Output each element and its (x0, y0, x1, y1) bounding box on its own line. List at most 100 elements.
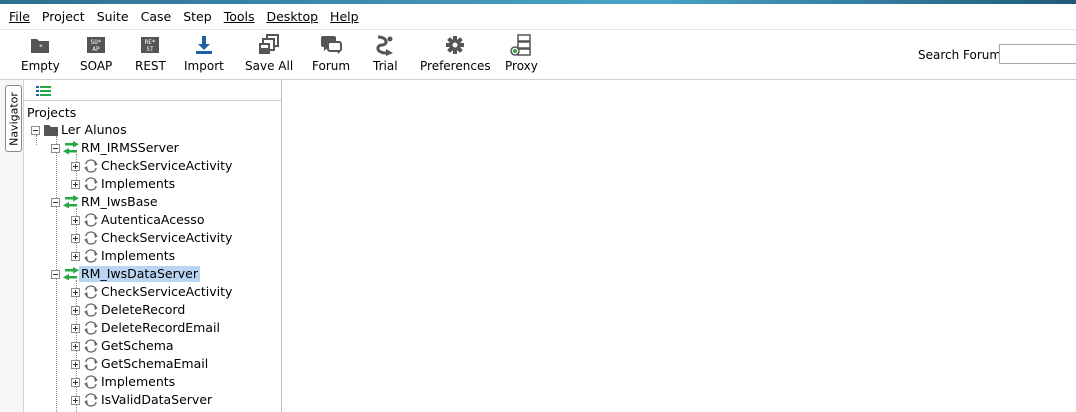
expand-toggle[interactable] (71, 341, 80, 351)
svg-text:ST: ST (147, 46, 155, 53)
svg-text:RE*: RE* (145, 39, 156, 46)
gear-icon (445, 32, 465, 58)
expand-toggle[interactable] (71, 179, 80, 189)
navigator-tab[interactable]: Navigator (5, 85, 22, 152)
operation-node[interactable]: CheckServiceActivity (71, 283, 234, 301)
operation-node[interactable]: GetSchema (71, 337, 176, 355)
tree-view-toggle-icon[interactable] (36, 85, 52, 100)
expand-toggle[interactable] (71, 215, 80, 225)
tree-toolbar (24, 80, 281, 101)
operation-node[interactable]: DeleteRecordEmail (71, 319, 222, 337)
empty-button-label: Empty (21, 59, 60, 73)
expand-toggle[interactable] (71, 323, 80, 333)
operation-icon (84, 159, 98, 173)
menu-step[interactable]: Step (177, 4, 217, 30)
project-label: Ler Alunos (61, 122, 127, 137)
operation-icon (84, 177, 98, 191)
operation-label: CheckServiceActivity (101, 230, 233, 245)
menu-desktop[interactable]: Desktop (260, 4, 324, 30)
search-forum-input[interactable] (999, 44, 1076, 64)
preferences-button-label: Preferences (420, 59, 491, 73)
rest-project-icon: RE* ST (140, 32, 160, 58)
forum-chat-icon (320, 32, 343, 58)
project-tree-panel: Projects Ler Alunos RM_IRMSServer CheckS… (24, 80, 282, 412)
trial-icon (374, 32, 396, 58)
operation-node[interactable]: Implements (71, 247, 177, 265)
operation-label: IsValidDataServer (101, 392, 213, 407)
service-node[interactable]: RM_IRMSServer (51, 139, 181, 157)
menu-file[interactable]: File (3, 4, 36, 30)
operation-icon (84, 357, 98, 371)
proxy-button[interactable]: Proxy (505, 32, 538, 78)
operation-icon (84, 231, 98, 245)
operation-node[interactable]: IsValidDataServer (71, 391, 214, 409)
expand-toggle[interactable] (71, 377, 80, 387)
collapse-toggle[interactable] (51, 143, 60, 153)
main-toolbar: * Empty SO* AP SOAP RE* ST REST Import Sav… (0, 30, 1076, 80)
rest-button[interactable]: RE* ST REST (135, 32, 166, 78)
operation-icon (84, 339, 98, 353)
forum-button[interactable]: Forum (312, 32, 350, 78)
menu-project[interactable]: Project (36, 4, 91, 30)
expand-toggle[interactable] (71, 161, 80, 171)
service-label-selected: RM_IwsDataServer (79, 266, 200, 282)
navigator-strip: Navigator (0, 80, 24, 412)
service-node[interactable]: RM_IwsDataServer (51, 265, 200, 283)
operation-icon (84, 321, 98, 335)
expand-toggle[interactable] (71, 251, 80, 261)
import-button[interactable]: Import (184, 32, 224, 78)
expand-toggle[interactable] (71, 305, 80, 315)
operation-label: DeleteRecordEmail (101, 320, 220, 335)
menu-tools[interactable]: Tools (218, 4, 261, 30)
soap-button[interactable]: SO* AP SOAP (80, 32, 112, 78)
expand-toggle[interactable] (71, 395, 80, 405)
collapse-toggle[interactable] (51, 269, 60, 279)
menu-help[interactable]: Help (324, 4, 365, 30)
expand-toggle[interactable] (71, 359, 80, 369)
operation-node[interactable]: DeleteRecord (71, 301, 187, 319)
collapse-toggle[interactable] (31, 125, 40, 135)
operation-label: DeleteRecord (101, 302, 186, 317)
operation-label: Implements (101, 176, 176, 191)
soap-button-label: SOAP (80, 59, 113, 73)
folder-icon (44, 125, 58, 136)
operation-label: GetSchemaEmail (101, 356, 209, 371)
operation-label: GetSchema (101, 338, 174, 353)
empty-project-icon: * (30, 32, 50, 58)
menu-suite[interactable]: Suite (91, 4, 135, 30)
save-all-button[interactable]: Save All (245, 32, 293, 78)
rest-button-label: REST (135, 59, 166, 73)
empty-button[interactable]: * Empty (21, 32, 60, 78)
save-all-icon (258, 32, 280, 58)
svg-text:SO*: SO* (91, 39, 102, 46)
service-label: RM_IwsBase (81, 194, 158, 209)
project-node[interactable]: Ler Alunos (31, 121, 129, 139)
operation-icon (84, 249, 98, 263)
operation-label: CheckServiceActivity (101, 158, 233, 173)
proxy-server-icon (510, 32, 532, 58)
trial-button[interactable]: Trial (373, 32, 398, 78)
menu-case[interactable]: Case (135, 4, 178, 30)
soap-project-icon: SO* AP (86, 32, 106, 58)
service-interface-icon (63, 141, 79, 155)
operation-node[interactable]: AutenticaAcesso (71, 211, 206, 229)
svg-text:AP: AP (93, 46, 101, 53)
menu-bar: File Project Suite Case Step Tools Deskt… (0, 4, 1076, 30)
navigator-tab-label: Navigator (7, 91, 20, 146)
service-label: RM_IRMSServer (81, 140, 179, 155)
expand-toggle[interactable] (71, 287, 80, 297)
operation-node[interactable]: GetSchemaEmail (71, 355, 210, 373)
operation-node[interactable]: Implements (71, 175, 177, 193)
operation-icon (84, 375, 98, 389)
collapse-toggle[interactable] (51, 197, 60, 207)
operation-icon (84, 393, 98, 407)
operation-node[interactable]: CheckServiceActivity (71, 157, 234, 175)
expand-toggle[interactable] (71, 233, 80, 243)
operation-icon (84, 303, 98, 317)
service-interface-icon (63, 267, 79, 281)
operation-node[interactable]: CheckServiceActivity (71, 229, 234, 247)
preferences-button[interactable]: Preferences (420, 32, 491, 78)
operation-label: Implements (101, 248, 176, 263)
operation-node[interactable]: Implements (71, 373, 177, 391)
service-node[interactable]: RM_IwsBase (51, 193, 160, 211)
